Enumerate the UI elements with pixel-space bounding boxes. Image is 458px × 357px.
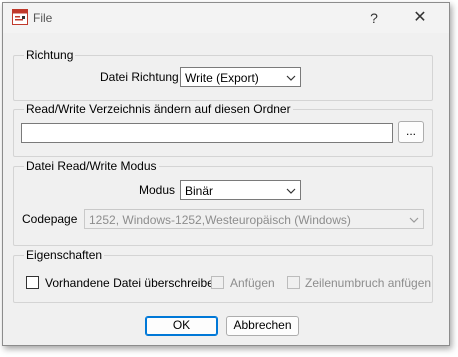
overwrite-checkbox[interactable] (26, 276, 39, 289)
close-button[interactable]: ✕ (406, 7, 434, 29)
help-button[interactable]: ? (360, 7, 388, 29)
modus-value: Binär (185, 184, 214, 198)
group-richtung: Richtung Datei Richtung Write (Export) (13, 48, 433, 101)
datei-richtung-select[interactable]: Write (Export) (180, 67, 301, 87)
codepage-select[interactable]: 1252, Windows-1252,Westeuropäisch (Windo… (84, 209, 424, 229)
browse-button[interactable]: ... (398, 121, 424, 143)
group-eigenschaften-legend: Eigenschaften (24, 248, 105, 262)
newline-checkbox[interactable] (287, 276, 300, 289)
group-folder: Read/Write Verzeichnis ändern auf diesen… (13, 102, 433, 157)
window-title: File (33, 11, 53, 25)
group-richtung-legend: Richtung (24, 48, 76, 62)
codepage-label: Codepage (22, 212, 78, 226)
group-mode-legend: Datei Read/Write Modus (24, 159, 159, 173)
modus-label: Modus (139, 183, 176, 197)
title-bar: File ? ✕ (3, 3, 449, 33)
group-eigenschaften: Eigenschaften Vorhandene Datei überschre… (13, 248, 433, 303)
folder-path-input[interactable] (21, 123, 393, 143)
datei-richtung-label: Datei Richtung (100, 70, 179, 84)
group-folder-legend: Read/Write Verzeichnis ändern auf diesen… (24, 102, 293, 116)
chevron-down-icon (286, 185, 296, 195)
app-icon (12, 9, 28, 25)
codepage-value: 1252, Windows-1252,Westeuropäisch (Windo… (89, 213, 351, 227)
group-mode: Datei Read/Write Modus Modus Binär Codep… (13, 159, 433, 246)
newline-label[interactable]: Zeilenumbruch anfügen (305, 276, 431, 290)
append-label[interactable]: Anfügen (230, 276, 275, 290)
cancel-button[interactable]: Abbrechen (226, 316, 299, 336)
file-dialog: File ? ✕ Richtung Datei Richtung Write (… (2, 2, 450, 346)
modus-select[interactable]: Binär (180, 180, 301, 200)
chevron-down-icon (409, 214, 419, 224)
datei-richtung-value: Write (Export) (185, 71, 259, 85)
ok-button[interactable]: OK (145, 316, 218, 336)
chevron-down-icon (286, 72, 296, 82)
overwrite-label[interactable]: Vorhandene Datei überschreiben (45, 276, 220, 290)
append-checkbox[interactable] (211, 276, 224, 289)
